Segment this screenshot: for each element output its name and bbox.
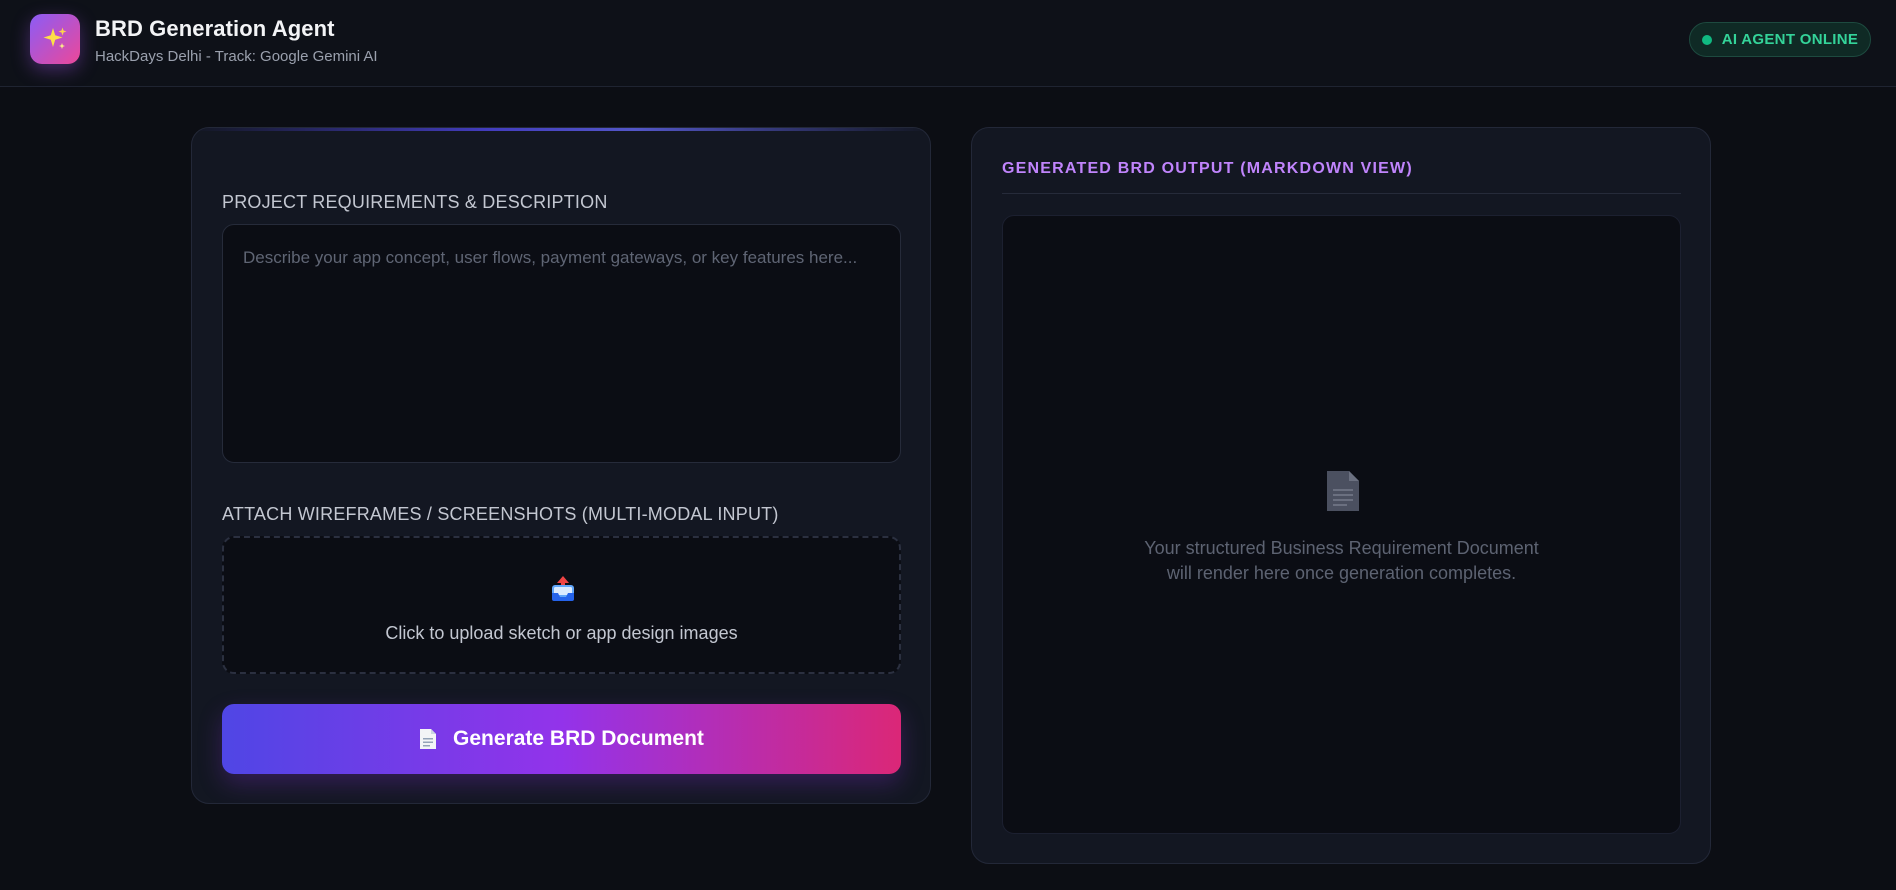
card-accent-line xyxy=(192,128,930,131)
status-badge: AI AGENT ONLINE xyxy=(1689,22,1871,57)
status-dot-icon xyxy=(1701,34,1712,45)
document-icon xyxy=(1327,471,1359,511)
app-logo xyxy=(30,14,80,64)
markdown-output-area[interactable]: Your structured Business Requirement Doc… xyxy=(1002,215,1681,834)
attach-label: ATTACH WIREFRAMES / SCREENSHOTS (MULTI-M… xyxy=(222,504,779,524)
generate-button-label: Generate BRD Document xyxy=(453,727,704,750)
input-panel: PROJECT REQUIREMENTS & DESCRIPTION ATTAC… xyxy=(191,127,931,804)
output-title: GENERATED BRD OUTPUT (MARKDOWN VIEW) xyxy=(1002,160,1413,177)
empty-state-line-2: will render here once generation complet… xyxy=(1166,563,1517,583)
app-subtitle: HackDays Delhi - Track: Google Gemini AI xyxy=(95,48,378,65)
empty-state-line-1: Your structured Business Requirement Doc… xyxy=(1144,538,1539,558)
inbox-tray-upload-icon xyxy=(552,576,574,601)
app-header: BRD Generation Agent HackDays Delhi - Tr… xyxy=(0,0,1896,87)
empty-state-message: Your structured Business Requirement Doc… xyxy=(1003,536,1680,586)
status-text: AI AGENT ONLINE xyxy=(1721,31,1859,48)
app-title: BRD Generation Agent xyxy=(95,16,335,41)
requirements-textarea[interactable] xyxy=(222,224,901,463)
upload-dropzone[interactable]: Click to upload sketch or app design ima… xyxy=(222,536,901,674)
sparkles-icon xyxy=(43,27,67,49)
output-divider xyxy=(1002,193,1681,194)
output-panel: GENERATED BRD OUTPUT (MARKDOWN VIEW) You… xyxy=(971,127,1711,864)
generate-brd-button[interactable]: Generate BRD Document xyxy=(222,704,901,774)
requirements-label: PROJECT REQUIREMENTS & DESCRIPTION xyxy=(222,192,608,212)
upload-instruction: Click to upload sketch or app design ima… xyxy=(385,623,738,643)
document-icon xyxy=(420,729,437,749)
